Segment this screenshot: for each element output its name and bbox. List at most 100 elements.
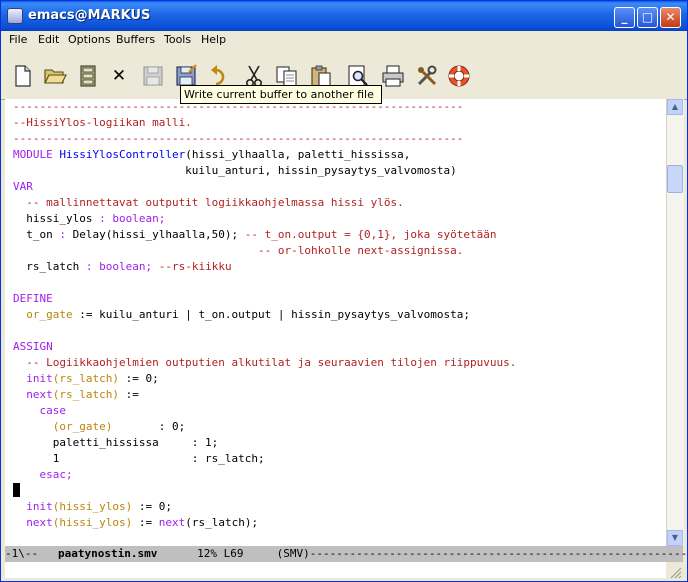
save-icon xyxy=(143,66,163,86)
code-line: -- Logiikkaohjelmien outputien alkutilat… xyxy=(13,355,516,371)
code-line: next(hissi_ylos) := next(rs_latch); xyxy=(13,515,258,531)
modeline-line-number: L69 xyxy=(223,547,244,560)
menu-help[interactable]: Help xyxy=(201,33,226,46)
code-line: or_gate := kuilu_anturi | t_on.output | … xyxy=(13,307,470,323)
resize-grip-icon[interactable] xyxy=(668,565,682,579)
code-token: -- Logiikkaohjelmien outputien alkutilat… xyxy=(13,356,517,369)
code-line: (or_gate) : 0; xyxy=(13,419,185,435)
code-token: --rs-kiikku xyxy=(158,260,232,273)
code-token: or_gate xyxy=(13,308,73,321)
code-token: 1 : rs_latch; xyxy=(13,452,265,465)
text-cursor xyxy=(13,483,20,497)
code-token: -- or-lohkolle next-assignissa. xyxy=(13,244,464,257)
code-token: : xyxy=(59,228,73,241)
title-bar[interactable]: emacs@MARKUS _ □ ✕ xyxy=(1,1,687,31)
menu-bar: File Edit Options Buffers Tools Help xyxy=(1,31,687,50)
code-token: case xyxy=(13,404,66,417)
code-token: t_on xyxy=(13,228,60,241)
code-line: rs_latch : boolean; --rs-kiikku xyxy=(13,259,232,275)
code-line: -- or-lohkolle next-assignissa. xyxy=(13,243,463,259)
code-line: VAR xyxy=(13,179,33,195)
code-token: esac; xyxy=(13,468,73,481)
code-token: (rs_latch); xyxy=(185,516,259,529)
scroll-up-button[interactable]: ▲ xyxy=(667,99,683,115)
code-token: : boolean; xyxy=(99,212,166,225)
code-token: init xyxy=(13,372,53,385)
scroll-down-button[interactable]: ▼ xyxy=(667,530,683,546)
print-icon[interactable] xyxy=(381,64,405,88)
code-token: (or_gate) xyxy=(13,420,113,433)
code-token: ----------------------------------------… xyxy=(13,132,464,145)
window-title: emacs@MARKUS xyxy=(28,8,151,23)
code-token: paletti_hississa : 1; xyxy=(13,436,219,449)
close-button[interactable]: ✕ xyxy=(660,7,681,28)
close-buffer-icon[interactable]: ✕ xyxy=(109,65,129,87)
open-folder-icon[interactable] xyxy=(43,64,67,88)
code-token: (hissi_ylos) xyxy=(52,516,133,529)
code-token: (rs_latch) xyxy=(52,388,119,401)
mode-line: -1\-- paatynostin.smv 12% L69 (SMV)-----… xyxy=(5,546,688,562)
code-token: : 0; xyxy=(112,420,186,433)
code-token: kuilu_anturi, hissin_pysaytys_valvomosta… xyxy=(13,164,457,177)
tooltip: Write current buffer to another file xyxy=(180,85,382,104)
code-line: esac; xyxy=(13,467,73,483)
code-token: hissi_ylos xyxy=(13,212,100,225)
menu-tools[interactable]: Tools xyxy=(164,33,191,46)
menu-options[interactable]: Options xyxy=(68,33,110,46)
code-token: := 0; xyxy=(132,500,172,513)
emacs-window: emacs@MARKUS _ □ ✕ File Edit Options Buf… xyxy=(0,0,688,582)
code-token: next xyxy=(13,516,53,529)
help-icon[interactable] xyxy=(447,64,471,88)
code-token: DEFINE xyxy=(13,292,53,305)
modeline-status: -1\-- xyxy=(5,547,39,560)
open-directory-icon[interactable] xyxy=(76,64,100,88)
maximize-button[interactable]: □ xyxy=(637,7,658,28)
code-token: HissiYlosController xyxy=(59,148,186,161)
code-line: --HissiYlos-logiikan malli. xyxy=(13,115,192,131)
code-line: t_on : Delay(hissi_ylhaalla,50); -- t_on… xyxy=(13,227,496,243)
code-line: -- mallinnettavat outputit logiikkaohjel… xyxy=(13,195,404,211)
menu-edit[interactable]: Edit xyxy=(38,33,59,46)
code-line: MODULE HissiYlosController(hissi_ylhaall… xyxy=(13,147,410,163)
minimize-button[interactable]: _ xyxy=(614,7,635,28)
code-line: ----------------------------------------… xyxy=(13,131,463,147)
code-token: := kuilu_anturi | t_on.output | hissin_p… xyxy=(72,308,470,321)
code-line: paletti_hississa : 1; xyxy=(13,435,219,451)
minibuffer[interactable] xyxy=(5,562,666,578)
modeline-mode: (SMV) xyxy=(276,547,310,560)
modeline-position: 12% xyxy=(197,547,217,560)
new-file-icon[interactable] xyxy=(11,64,35,88)
code-token: ASSIGN xyxy=(13,340,53,353)
code-line: case xyxy=(13,403,66,419)
preferences-icon[interactable] xyxy=(415,64,439,88)
code-line: init(hissi_ylos) := 0; xyxy=(13,499,172,515)
code-token: := xyxy=(118,388,139,401)
code-line: next(rs_latch) := xyxy=(13,387,139,403)
code-line: 1 : rs_latch; xyxy=(13,451,265,467)
code-token: init xyxy=(13,500,53,513)
code-token: (rs_latch) xyxy=(52,372,119,385)
code-token: VAR xyxy=(13,180,33,193)
editor-buffer[interactable]: ----------------------------------------… xyxy=(5,99,666,546)
code-token: : boolean; xyxy=(85,260,159,273)
emacs-app-icon xyxy=(7,8,23,24)
code-line: init(rs_latch) := 0; xyxy=(13,371,159,387)
code-token: (hissi_ylhaalla, paletti_hississa, xyxy=(185,148,411,161)
code-token: next xyxy=(13,388,53,401)
code-token: -- mallinnettavat outputit logiikkaohjel… xyxy=(13,196,404,209)
code-line: ASSIGN xyxy=(13,339,53,355)
code-token: next xyxy=(158,516,186,529)
vertical-scrollbar[interactable]: ▲ ▼ xyxy=(666,99,684,546)
code-token: Delay(hissi_ylhaalla,50); xyxy=(72,228,245,241)
code-token: MODULE xyxy=(13,148,53,161)
code-token: --HissiYlos-logiikan malli. xyxy=(13,116,192,129)
menu-file[interactable]: File xyxy=(9,33,27,46)
scrollbar-thumb[interactable] xyxy=(667,165,683,193)
code-line: hissi_ylos : boolean; xyxy=(13,211,165,227)
code-token: := 0; xyxy=(118,372,159,385)
code-line: DEFINE xyxy=(13,291,53,307)
menu-buffers[interactable]: Buffers xyxy=(116,33,155,46)
code-token: (hissi_ylos) xyxy=(52,500,133,513)
code-token: -- t_on.output = {0,1}, joka syötetään xyxy=(244,228,497,241)
code-token: := xyxy=(132,516,159,529)
